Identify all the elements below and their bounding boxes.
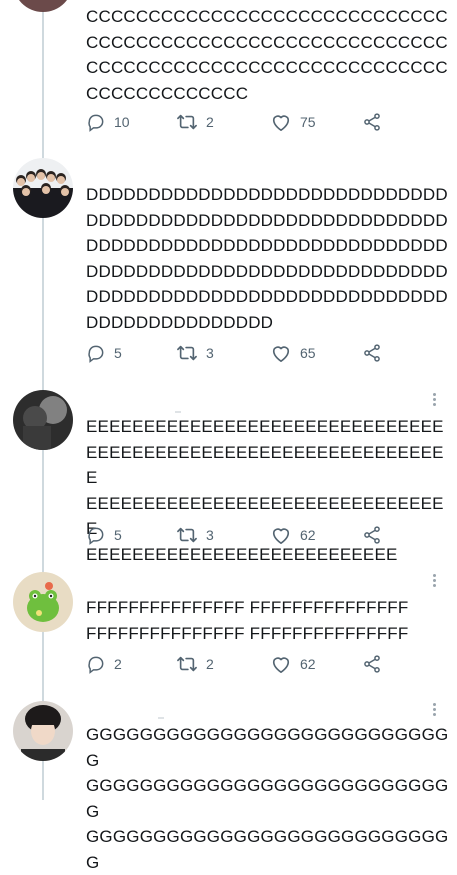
tweet-actions: 10 2 75 xyxy=(86,112,416,136)
reply-button[interactable]: 10 xyxy=(86,112,130,132)
more-options-button[interactable] xyxy=(430,393,438,411)
retweet-button[interactable]: 2 xyxy=(176,112,214,132)
tweet-actions: 2 2 62 xyxy=(86,654,416,678)
reply-count: 5 xyxy=(114,527,122,543)
tweet-actions: 5 3 65 xyxy=(86,343,416,367)
reply-icon xyxy=(86,525,106,545)
more-vertical-icon xyxy=(432,703,436,706)
reply-button[interactable]: 5 xyxy=(86,525,122,545)
retweet-button[interactable]: 3 xyxy=(176,343,214,363)
reply-count: 10 xyxy=(114,114,130,130)
reply-count: 5 xyxy=(114,345,122,361)
heart-icon xyxy=(270,343,292,363)
share-icon xyxy=(362,343,382,363)
heart-icon xyxy=(270,112,292,132)
tweet-text: CCCCCCCCCCCCCCCCCCCCCCCCCCCCC CCCCCCCCCC… xyxy=(86,7,448,103)
retweet-icon xyxy=(176,654,198,674)
divider-mark xyxy=(175,411,181,413)
share-button[interactable] xyxy=(362,654,382,674)
like-button[interactable]: 62 xyxy=(270,525,316,545)
share-icon xyxy=(362,112,382,132)
like-button[interactable]: 65 xyxy=(270,343,316,363)
retweet-count: 3 xyxy=(206,527,214,543)
share-icon xyxy=(362,654,382,674)
reply-icon xyxy=(86,112,106,132)
share-icon xyxy=(362,525,382,545)
reply-count: 2 xyxy=(114,656,122,672)
retweet-button[interactable]: 2 xyxy=(176,654,214,674)
avatar[interactable] xyxy=(13,572,73,632)
share-button[interactable] xyxy=(362,525,382,545)
like-count: 75 xyxy=(300,114,316,130)
tweet-text: FFFFFFFFFFFFFFF FFFFFFFFFFFFFFF FFFFFFFF… xyxy=(86,598,409,643)
reply-button[interactable]: 2 xyxy=(86,654,122,674)
tweet-actions: 5 3 62 xyxy=(86,525,416,549)
more-options-button[interactable] xyxy=(430,703,438,721)
reply-icon xyxy=(86,654,106,674)
reply-icon xyxy=(86,343,106,363)
retweet-button[interactable]: 3 xyxy=(176,525,214,545)
heart-icon xyxy=(270,525,292,545)
like-button[interactable]: 62 xyxy=(270,654,316,674)
retweet-count: 3 xyxy=(206,345,214,361)
share-button[interactable] xyxy=(362,343,382,363)
reply-button[interactable]: 5 xyxy=(86,343,122,363)
avatar[interactable] xyxy=(13,701,73,761)
retweet-icon xyxy=(176,525,198,545)
like-button[interactable]: 75 xyxy=(270,112,316,132)
avatar[interactable] xyxy=(13,158,73,218)
like-count: 62 xyxy=(300,656,316,672)
more-options-button[interactable] xyxy=(430,574,438,592)
tweet-text: GGGGGGGGGGGGGGGGGGGGGGGGGGGG GGGGGGGGGGG… xyxy=(86,725,449,872)
avatar[interactable] xyxy=(13,0,73,12)
retweet-count: 2 xyxy=(206,656,214,672)
like-count: 62 xyxy=(300,527,316,543)
retweet-count: 2 xyxy=(206,114,214,130)
more-vertical-icon xyxy=(432,574,436,577)
avatar[interactable] xyxy=(13,390,73,450)
retweet-icon xyxy=(176,343,198,363)
more-vertical-icon xyxy=(432,393,436,396)
share-button[interactable] xyxy=(362,112,382,132)
divider-mark xyxy=(158,717,164,719)
retweet-icon xyxy=(176,112,198,132)
heart-icon xyxy=(270,654,292,674)
like-count: 65 xyxy=(300,345,316,361)
tweet-text: DDDDDDDDDDDDDDDDDDDDDDDDDDDDD DDDDDDDDDD… xyxy=(86,185,448,332)
